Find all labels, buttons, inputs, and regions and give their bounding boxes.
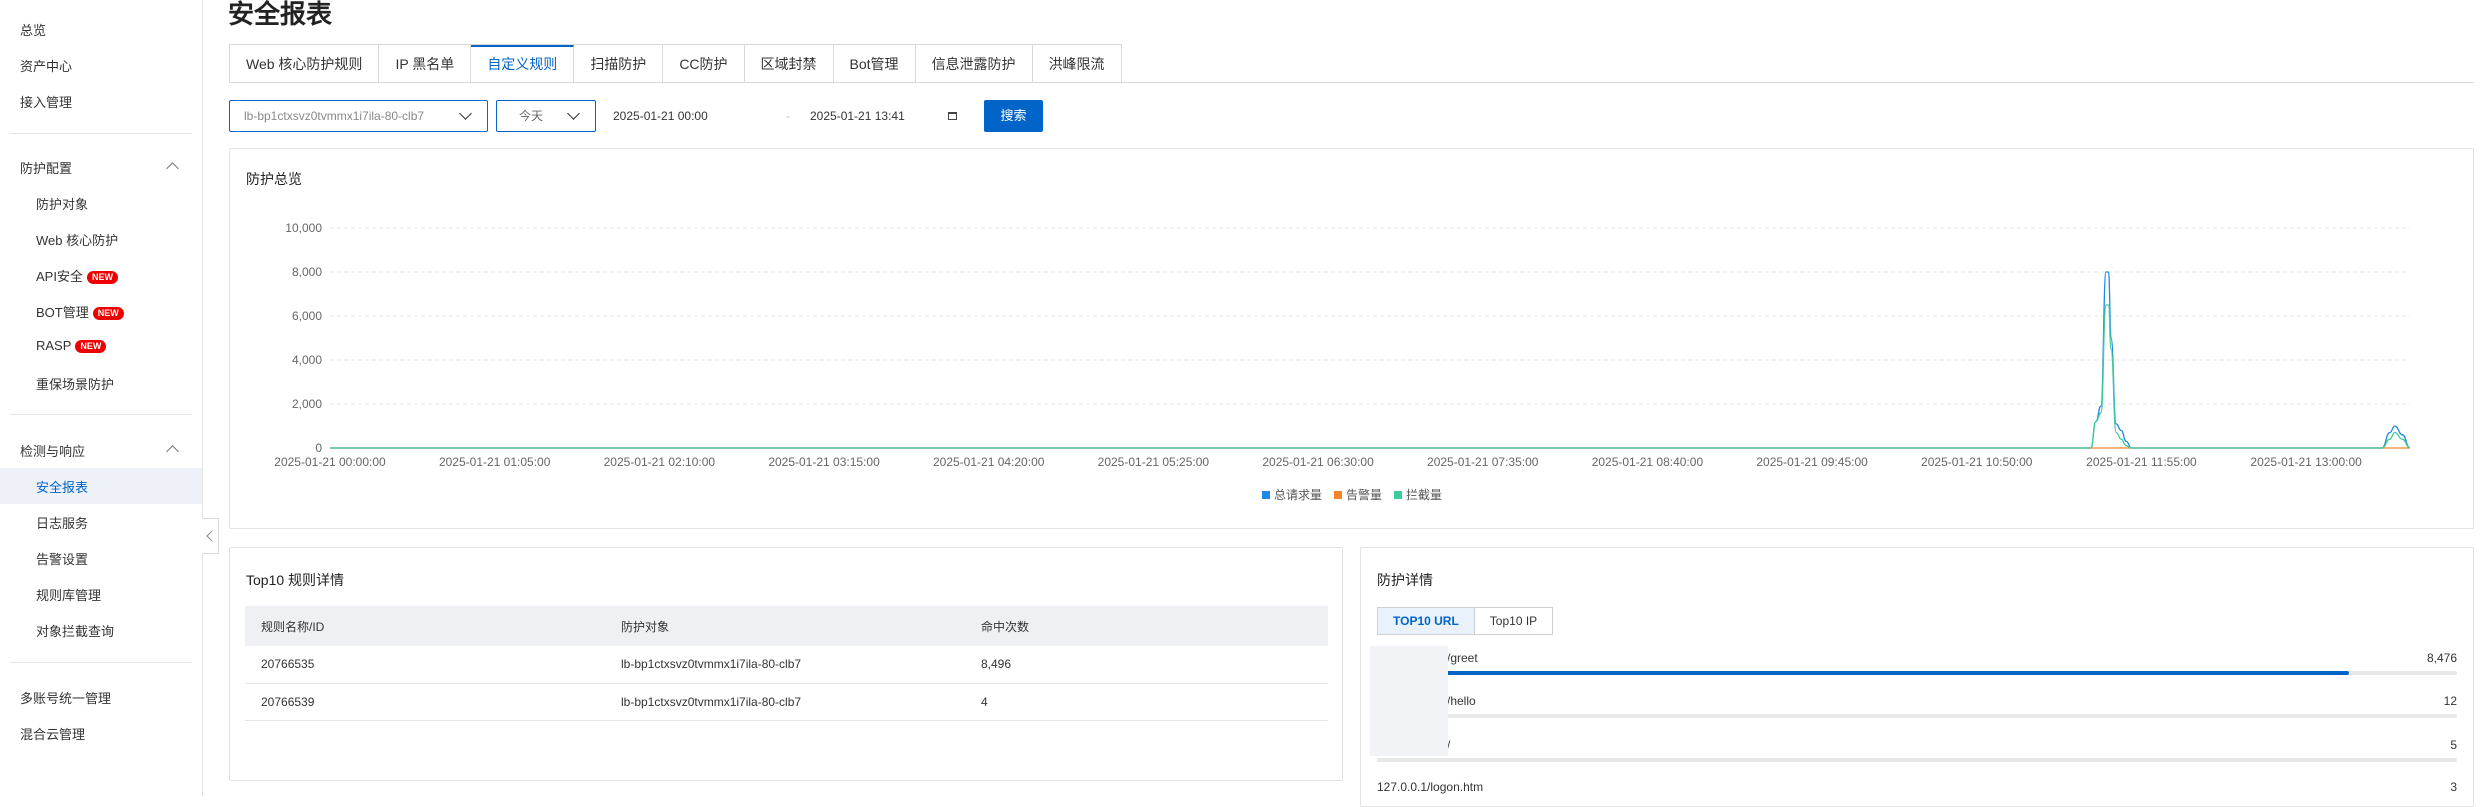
instance-select-value: lb-bp1ctxsvz0tvmmx1i7ila-80-clb7 <box>244 109 425 123</box>
sidebar-item-security-report[interactable]: 安全报表 <box>36 477 88 496</box>
tab-data-leak-protection[interactable]: 信息泄露防护 <box>915 45 1033 83</box>
overview-title: 防护总览 <box>246 171 302 187</box>
tab-peak-rate-limit[interactable]: 洪峰限流 <box>1032 45 1121 83</box>
sidebar-item-overview[interactable]: 总览 <box>20 20 46 39</box>
table-cell-object: lb-bp1ctxsvz0tvmmx1i7ila-80-clb7 <box>605 646 965 684</box>
chevron-up-icon[interactable] <box>166 162 179 175</box>
sidebar-group-protection[interactable]: 防护配置 <box>20 158 72 177</box>
sidebar-item-assets[interactable]: 资产中心 <box>20 56 72 75</box>
column-header-object: 防护对象 <box>605 606 965 646</box>
top10-rules-table: 规则名称/ID 防护对象 命中次数 20766535 lb-bp1ctxsvz0… <box>245 606 1328 721</box>
legend-item-alert[interactable]: 告警量 <box>1334 486 1382 503</box>
url-label: /hello <box>1447 694 1476 708</box>
end-date[interactable]: 2025-01-21 13:41 <box>810 100 905 132</box>
instance-select[interactable]: lb-bp1ctxsvz0tvmmx1i7ila-80-clb7 <box>229 100 488 132</box>
table-cell-rule: 20766535 <box>245 646 605 684</box>
sidebar-item-multi-account[interactable]: 多账号统一管理 <box>20 688 111 707</box>
sidebar-item-log-service[interactable]: 日志服务 <box>36 513 88 532</box>
sidebar-item-bot[interactable]: BOT管理 NEW <box>36 302 124 321</box>
table-cell-hits: 4 <box>965 683 1328 721</box>
sidebar-item-label: BOT管理 <box>36 305 89 320</box>
url-count: 5 <box>2450 738 2457 752</box>
sidebar: 总览 资产中心 接入管理 防护配置 防护对象 Web 核心防护 API安全 NEW… <box>0 0 203 796</box>
top10-title: Top10 规则详情 <box>246 572 345 588</box>
tab-top10-url[interactable]: TOP10 URL <box>1378 608 1475 634</box>
sidebar-item-critical-protection[interactable]: 重保场景防护 <box>36 374 114 393</box>
column-header-hits: 命中次数 <box>965 606 1328 646</box>
url-count: 8,476 <box>2426 651 2457 665</box>
table-header-row: 规则名称/ID 防护对象 命中次数 <box>245 606 1328 646</box>
url-bar-track <box>1377 714 2457 718</box>
period-select-value: 今天 <box>519 109 544 123</box>
tab-custom-rules[interactable]: 自定义规则 <box>471 45 575 83</box>
legend-swatch <box>1334 491 1343 499</box>
period-select[interactable]: 今天 <box>496 100 596 132</box>
sidebar-divider <box>10 133 192 134</box>
page-title: 安全报表 <box>228 0 333 29</box>
sidebar-item-web-core[interactable]: Web 核心防护 <box>36 230 118 249</box>
legend-label: 拦截量 <box>1406 488 1443 502</box>
new-badge: NEW <box>86 271 118 284</box>
url-label: /greet <box>1447 651 1478 665</box>
sidebar-divider <box>10 414 192 415</box>
url-bar-fill <box>1377 671 2349 675</box>
chevron-up-icon[interactable] <box>166 445 179 458</box>
detail-title: 防护详情 <box>1377 572 1433 588</box>
chart-legend: 总请求量 告警量 拦截量 <box>1262 486 1442 503</box>
date-separator: - <box>786 109 790 123</box>
table-cell-object: lb-bp1ctxsvz0tvmmx1i7ila-80-clb7 <box>605 683 965 721</box>
sidebar-item-protection-objects[interactable]: 防护对象 <box>36 194 88 213</box>
sidebar-item-object-block-query[interactable]: 对象拦截查询 <box>36 621 114 640</box>
column-header-rule: 规则名称/ID <box>245 606 605 646</box>
sidebar-item-hybrid-cloud[interactable]: 混合云管理 <box>20 724 85 743</box>
tab-web-core-rules[interactable]: Web 核心防护规则 <box>230 45 380 83</box>
tab-top10-ip[interactable]: Top10 IP <box>1475 608 1552 634</box>
url-label: 127.0.0.1/logon.htm <box>1377 780 1484 794</box>
start-date[interactable]: 2025-01-21 00:00 <box>613 100 708 132</box>
tab-scan-protection[interactable]: 扫描防护 <box>574 45 664 83</box>
tab-cc-protection[interactable]: CC防护 <box>663 45 745 83</box>
legend-item-block[interactable]: 拦截量 <box>1394 486 1442 503</box>
sidebar-divider <box>10 662 192 663</box>
protection-detail-card: 防护详情 <box>1360 547 2474 807</box>
sidebar-item-label: RASP <box>36 338 72 353</box>
legend-swatch <box>1262 491 1270 499</box>
search-button[interactable]: 搜索 <box>984 100 1043 132</box>
chevron-down-icon <box>459 107 472 120</box>
sidebar-item-label: API安全 <box>36 269 83 284</box>
sidebar-active-highlight <box>0 468 202 504</box>
table-cell-hits: 8,496 <box>965 646 1328 684</box>
url-count: 12 <box>2443 694 2457 708</box>
table-cell-rule: 20766539 <box>245 683 605 721</box>
url-bar-track <box>1377 758 2457 762</box>
new-badge: NEW <box>75 340 107 353</box>
table-row: 20766535 lb-bp1ctxsvz0tvmmx1i7ila-80-clb… <box>245 646 1328 684</box>
redacted-block <box>1370 646 1448 756</box>
legend-swatch <box>1394 491 1403 499</box>
url-count: 3 <box>2450 780 2457 794</box>
sidebar-item-alert-settings[interactable]: 告警设置 <box>36 549 88 568</box>
legend-item-total[interactable]: 总请求量 <box>1262 486 1322 503</box>
calendar-icon[interactable] <box>948 112 957 120</box>
sidebar-group-detection[interactable]: 检测与响应 <box>20 441 85 460</box>
tabs-divider <box>229 82 2474 83</box>
table-row: 20766539 lb-bp1ctxsvz0tvmmx1i7ila-80-clb… <box>245 683 1328 721</box>
sidebar-item-access[interactable]: 接入管理 <box>20 92 72 111</box>
sidebar-item-rule-library[interactable]: 规则库管理 <box>36 585 101 604</box>
new-badge: NEW <box>92 307 124 320</box>
sidebar-item-rasp[interactable]: RASP NEW <box>36 338 107 353</box>
sidebar-collapse-handle[interactable] <box>202 518 219 554</box>
report-tabs: Web 核心防护规则 IP 黑名单 自定义规则 扫描防护 CC防护 区域封禁 B… <box>229 44 1122 83</box>
date-range-picker[interactable]: 2025-01-21 00:00 - 2025-01-21 13:41 <box>598 100 978 132</box>
overview-card: 防护总览 <box>229 148 2474 529</box>
legend-label: 告警量 <box>1346 488 1383 502</box>
legend-label: 总请求量 <box>1274 488 1323 502</box>
chevron-down-icon <box>567 107 580 120</box>
sidebar-item-api-security[interactable]: API安全 NEW <box>36 266 118 285</box>
detail-tabs: TOP10 URL Top10 IP <box>1377 607 1554 635</box>
tab-ip-blacklist[interactable]: IP 黑名单 <box>379 45 472 83</box>
tab-region-block[interactable]: 区域封禁 <box>744 45 834 83</box>
tab-bot-management[interactable]: Bot管理 <box>833 45 916 83</box>
